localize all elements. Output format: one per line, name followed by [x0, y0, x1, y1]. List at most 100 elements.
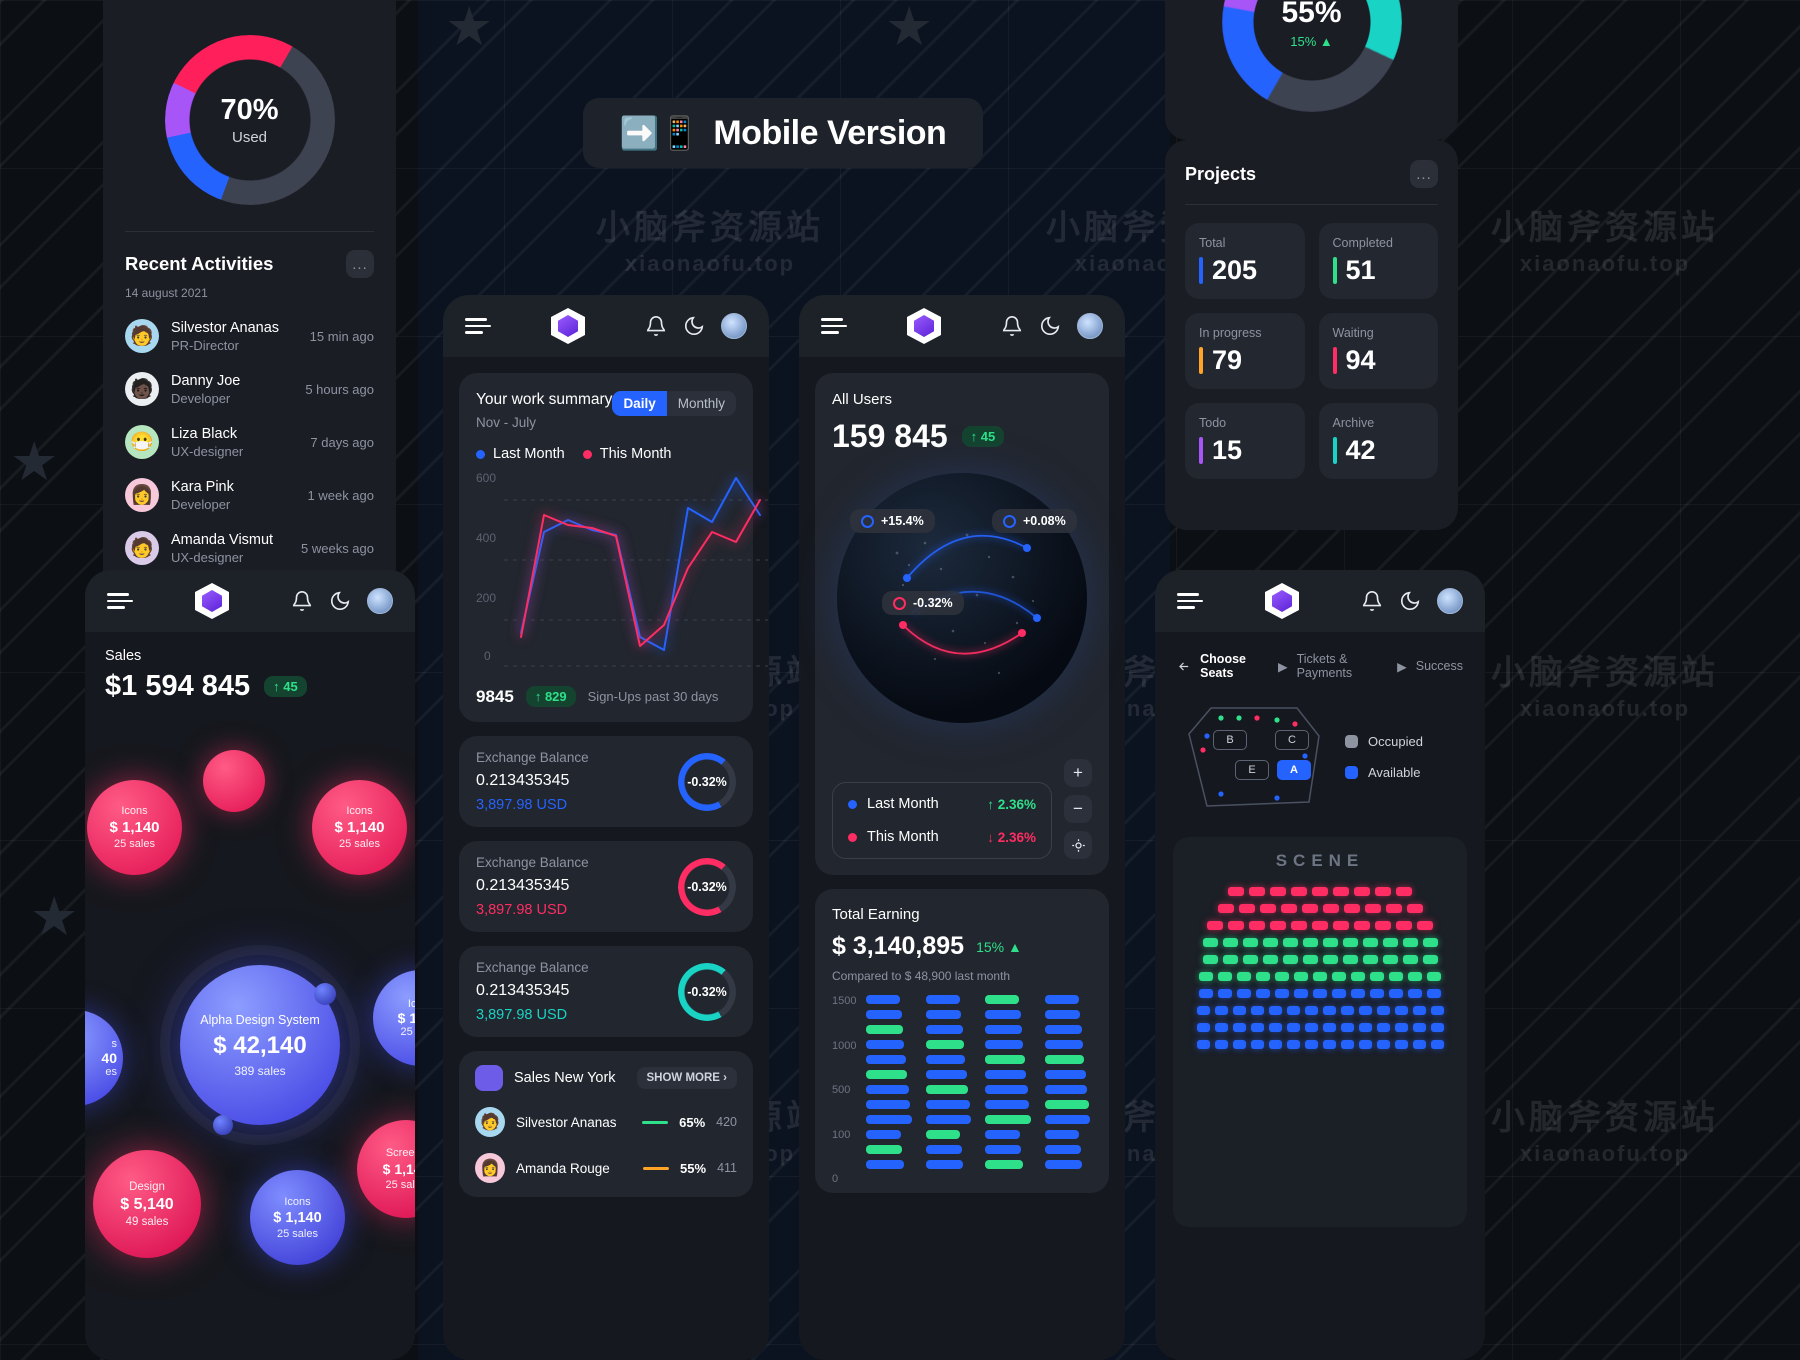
seat[interactable] [1249, 887, 1265, 896]
seat[interactable] [1282, 938, 1298, 947]
activity-row[interactable]: 👩 Kara Pink Developer 1 week ago [125, 478, 374, 512]
moon-icon[interactable] [683, 315, 705, 337]
seat[interactable] [1322, 1006, 1336, 1015]
moon-icon[interactable] [1399, 590, 1421, 612]
map-badge[interactable]: +0.08% [992, 509, 1077, 533]
seat[interactable] [1362, 938, 1378, 947]
bubble-icons-4[interactable]: Icons $ 1,140 25 sales [250, 1170, 345, 1265]
seat[interactable] [1294, 989, 1308, 998]
zoom-out-button[interactable]: − [1064, 795, 1092, 823]
seat[interactable] [1214, 1006, 1228, 1015]
seat[interactable] [1237, 989, 1251, 998]
seat[interactable] [1408, 989, 1422, 998]
seat[interactable] [1427, 989, 1441, 998]
activity-row[interactable]: 🧑 Amanda Vismut UX-designer 5 weeks ago [125, 531, 374, 565]
seat[interactable] [1196, 1006, 1210, 1015]
seat[interactable] [1207, 921, 1223, 930]
sales-city-row[interactable]: 👩 Amanda Rouge 55% 411 [475, 1153, 737, 1183]
bubble-icons-1[interactable]: Icons $ 1,140 25 sales [87, 780, 182, 875]
project-tile[interactable]: Completed 51 [1318, 223, 1438, 299]
seat[interactable] [1218, 972, 1232, 981]
seat[interactable] [1304, 1040, 1318, 1049]
seat[interactable] [1402, 955, 1418, 964]
seat[interactable] [1302, 955, 1318, 964]
menu-icon[interactable] [1177, 589, 1203, 613]
seat[interactable] [1333, 887, 1349, 896]
seat[interactable] [1202, 955, 1218, 964]
seat[interactable] [1228, 921, 1244, 930]
seat[interactable] [1332, 972, 1346, 981]
seat[interactable] [1385, 904, 1402, 913]
project-tile[interactable]: Archive 42 [1318, 403, 1438, 479]
seat[interactable] [1312, 887, 1328, 896]
arrow-left-icon[interactable] [1177, 658, 1191, 675]
bubble-icons-2[interactable]: Icons $ 1,140 25 sales [312, 780, 407, 875]
locate-icon[interactable] [1064, 831, 1092, 859]
seat[interactable] [1362, 955, 1378, 964]
seat[interactable] [1250, 1023, 1264, 1032]
zone-e[interactable]: E [1235, 760, 1269, 780]
seat[interactable] [1280, 904, 1297, 913]
seat[interactable] [1342, 955, 1358, 964]
project-tile[interactable]: In progress 79 [1185, 313, 1305, 389]
seat[interactable] [1422, 938, 1438, 947]
seat[interactable] [1370, 989, 1384, 998]
bubble-design[interactable]: Design $ 5,140 49 sales [93, 1150, 201, 1258]
project-tile[interactable]: Todo 15 [1185, 403, 1305, 479]
seat[interactable] [1430, 1006, 1444, 1015]
seat[interactable] [1228, 887, 1244, 896]
toggle-monthly[interactable]: Monthly [667, 391, 736, 416]
bubble-screens[interactable]: Screens $ 1,140 25 sales [357, 1120, 415, 1218]
seat[interactable] [1340, 1006, 1354, 1015]
seat[interactable] [1218, 989, 1232, 998]
world-map-globe[interactable]: +15.4% +0.08% -0.32% [832, 461, 1092, 751]
avatar[interactable] [367, 588, 393, 614]
seat[interactable] [1222, 955, 1238, 964]
seat[interactable] [1242, 955, 1258, 964]
seat[interactable] [1214, 1023, 1228, 1032]
seat[interactable] [1294, 972, 1308, 981]
seat[interactable] [1427, 972, 1441, 981]
seat[interactable] [1275, 972, 1289, 981]
sales-city-row[interactable]: 🧑 Silvestor Ananas 65% 420 [475, 1107, 737, 1137]
seat[interactable] [1333, 921, 1349, 930]
seat[interactable] [1430, 1040, 1444, 1049]
projects-menu-button[interactable]: ... [1410, 160, 1438, 188]
bell-icon[interactable] [645, 315, 667, 337]
seat[interactable] [1364, 904, 1381, 913]
seat[interactable] [1286, 1006, 1300, 1015]
seat[interactable] [1199, 972, 1213, 981]
seat[interactable] [1389, 989, 1403, 998]
seat[interactable] [1217, 904, 1234, 913]
seat[interactable] [1408, 972, 1422, 981]
breadcrumb-step-1[interactable]: Choose Seats [1200, 652, 1269, 680]
moon-icon[interactable] [329, 590, 351, 612]
show-more-button[interactable]: SHOW MORE › [636, 1067, 737, 1089]
seat[interactable] [1354, 887, 1370, 896]
seat[interactable] [1302, 938, 1318, 947]
seat[interactable] [1354, 921, 1370, 930]
seat[interactable] [1291, 921, 1307, 930]
seat[interactable] [1262, 938, 1278, 947]
seat[interactable] [1376, 1023, 1390, 1032]
seat[interactable] [1304, 1023, 1318, 1032]
seat[interactable] [1322, 904, 1339, 913]
zone-a[interactable]: A [1277, 760, 1311, 780]
seat[interactable] [1417, 921, 1433, 930]
bubble-plain-1[interactable] [203, 750, 265, 812]
seat[interactable] [1237, 972, 1251, 981]
seat[interactable] [1256, 989, 1270, 998]
map-badge[interactable]: +15.4% [850, 509, 935, 533]
seat[interactable] [1406, 904, 1423, 913]
seat[interactable] [1358, 1006, 1372, 1015]
seat[interactable] [1382, 938, 1398, 947]
project-tile[interactable]: Total 205 [1185, 223, 1305, 299]
seat[interactable] [1202, 938, 1218, 947]
seat[interactable] [1412, 1040, 1426, 1049]
zoom-in-button[interactable]: + [1064, 759, 1092, 787]
seat[interactable] [1312, 921, 1328, 930]
menu-icon[interactable] [465, 314, 491, 338]
avatar[interactable] [721, 313, 747, 339]
seat[interactable] [1250, 1040, 1264, 1049]
breadcrumb-step-2[interactable]: Tickets & Payments [1297, 652, 1389, 680]
